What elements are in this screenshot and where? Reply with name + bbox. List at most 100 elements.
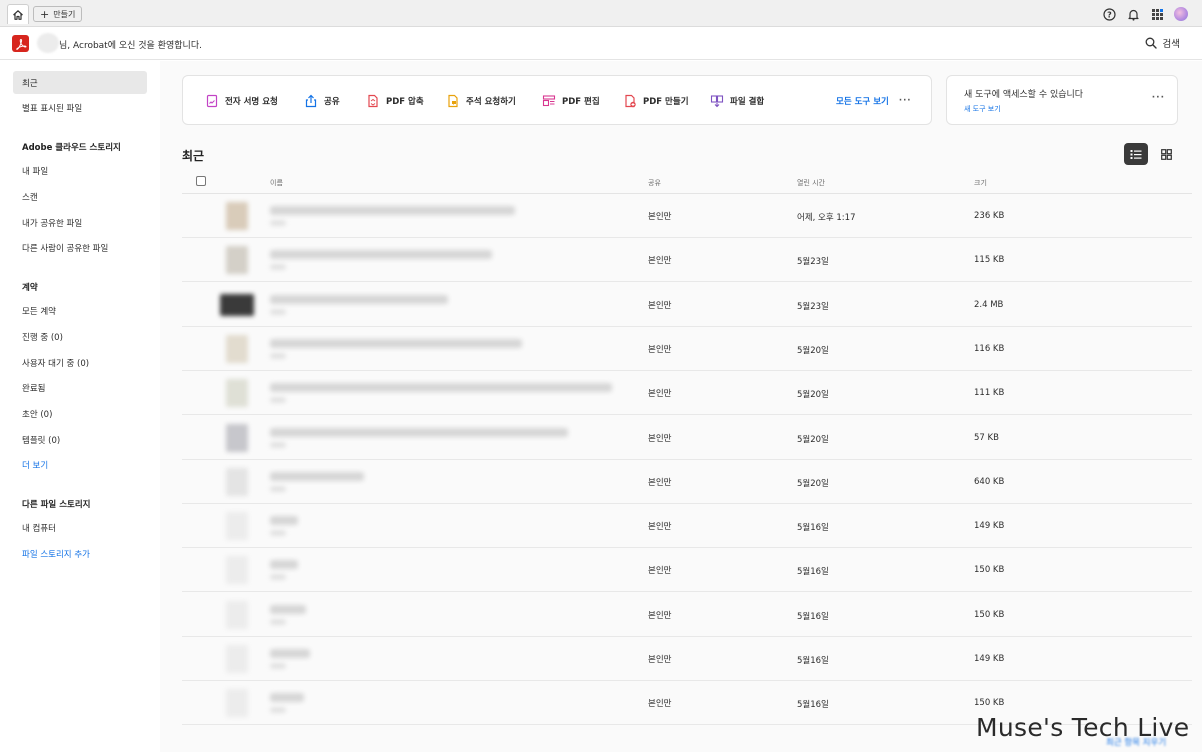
file-row[interactable]: 본인만 5월20일 57 KB — [182, 416, 1192, 460]
agreements-heading: 계약 — [22, 283, 38, 293]
tool-request-comments[interactable]: 주석 요청하기 — [446, 93, 516, 109]
sidebar-item-all-agreements[interactable]: 모든 계약 — [13, 299, 147, 322]
compress-pdf-icon — [368, 94, 378, 108]
file-thumbnail[interactable] — [226, 423, 248, 452]
tool-label: 전자 서명 요청 — [225, 97, 278, 107]
file-name-redacted[interactable] — [270, 649, 310, 658]
file-share-status: 본인만 — [648, 212, 672, 222]
sidebar-item-drafts[interactable]: 초안 (0) — [13, 402, 147, 425]
file-row[interactable]: 본인만 어제, 오후 1:17 236 KB — [182, 194, 1192, 238]
file-type-redacted — [270, 264, 286, 271]
file-size: 150 KB — [974, 698, 1005, 709]
file-name-redacted[interactable] — [270, 560, 298, 570]
file-name-redacted[interactable] — [270, 250, 492, 260]
file-name-redacted[interactable] — [270, 604, 306, 614]
file-type-redacted — [270, 485, 286, 492]
file-row[interactable]: 본인만 5월23일 2.4 MB — [182, 283, 1192, 327]
file-type-redacted — [270, 220, 286, 226]
file-name-redacted[interactable] — [270, 338, 522, 348]
sidebar-item-templates[interactable]: 템플릿 (0) — [13, 428, 147, 451]
sidebar-more-link[interactable]: 더 보기 — [13, 453, 147, 476]
create-tab-button[interactable]: + 만들기 — [33, 6, 83, 22]
more-options-icon[interactable]: ··· — [1152, 93, 1165, 103]
welcome-message: 님, Acrobat에 오신 것을 환영합니다. — [59, 41, 202, 51]
file-row[interactable]: 본인만 5월16일 150 KB — [182, 593, 1192, 637]
file-table-header: 이름 공유 열린 시간 크기 — [182, 168, 1192, 194]
file-thumbnail[interactable] — [226, 246, 248, 275]
grid-view-button[interactable] — [1157, 143, 1175, 165]
new-tools-link[interactable]: 새 도구 보기 — [964, 104, 1001, 114]
create-pdf-icon — [625, 94, 636, 108]
tool-request-esign[interactable]: 전자 서명 요청 — [205, 93, 278, 109]
more-options-icon[interactable]: ··· — [899, 96, 912, 106]
tool-compress-pdf[interactable]: PDF 압축 — [366, 93, 424, 109]
acrobat-logo[interactable] — [12, 35, 29, 52]
sidebar-item-my-computer[interactable]: 내 컴퓨터 — [13, 516, 147, 539]
file-row[interactable]: 본인만 5월16일 149 KB — [182, 637, 1192, 681]
sidebar-add-storage-link[interactable]: 파일 스토리지 추가 — [13, 542, 147, 565]
tool-label: PDF 편집 — [562, 97, 600, 107]
file-thumbnail[interactable] — [226, 379, 248, 408]
sidebar-item-waiting[interactable]: 사용자 대기 중 (0) — [13, 351, 147, 374]
file-thumbnail[interactable] — [226, 467, 248, 496]
edit-pdf-icon — [542, 95, 556, 107]
apps-grid-icon[interactable] — [1150, 7, 1164, 21]
file-thumbnail[interactable] — [226, 600, 248, 629]
sidebar-item-shared-with-me[interactable]: 다른 사람이 공유한 파일 — [13, 236, 147, 259]
app-header: 님, Acrobat에 오신 것을 환영합니다. 검색 — [0, 27, 1202, 60]
file-thumbnail[interactable] — [226, 645, 248, 673]
file-thumbnail[interactable] — [226, 556, 248, 585]
file-thumbnail[interactable] — [226, 512, 248, 541]
sidebar-item-completed[interactable]: 완료됨 — [13, 376, 147, 399]
svg-text:?: ? — [1107, 10, 1112, 19]
select-all-checkbox[interactable] — [196, 176, 206, 186]
file-name-redacted[interactable] — [270, 294, 448, 304]
bell-icon[interactable] — [1126, 7, 1140, 21]
sidebar-item-starred[interactable]: 별표 표시된 파일 — [13, 96, 147, 119]
file-row[interactable]: 본인만 5월20일 111 KB — [182, 371, 1192, 416]
file-thumbnail[interactable] — [220, 293, 254, 316]
list-view-icon — [1130, 149, 1142, 159]
file-row[interactable]: 본인만 5월20일 116 KB — [182, 327, 1192, 371]
file-row[interactable]: 본인만 5월23일 115 KB — [182, 238, 1192, 283]
sidebar-item-in-progress[interactable]: 진행 중 (0) — [13, 325, 147, 348]
file-size: 115 KB — [974, 255, 1005, 266]
file-name-redacted[interactable] — [270, 516, 298, 526]
sidebar-item-my-files[interactable]: 내 파일 — [13, 159, 147, 182]
tool-combine-files[interactable]: 파일 결합 — [710, 93, 764, 109]
file-thumbnail[interactable] — [226, 689, 248, 718]
tool-label: PDF 압축 — [386, 97, 424, 107]
column-opened[interactable]: 열린 시간 — [797, 178, 825, 188]
file-share-status: 본인만 — [648, 300, 672, 311]
file-name-redacted[interactable] — [270, 471, 364, 481]
file-name-redacted[interactable] — [270, 693, 304, 703]
file-row[interactable]: 본인만 5월16일 150 KB — [182, 548, 1192, 593]
file-row[interactable]: 본인만 5월20일 640 KB — [182, 460, 1192, 504]
help-icon[interactable]: ? — [1102, 7, 1116, 21]
list-view-button[interactable] — [1124, 143, 1148, 165]
column-share[interactable]: 공유 — [648, 178, 661, 188]
file-thumbnail[interactable] — [226, 202, 248, 230]
all-tools-link[interactable]: 모든 도구 보기 ··· — [836, 93, 912, 109]
file-share-status: 본인만 — [648, 566, 672, 577]
sidebar-item-scans[interactable]: 스캔 — [13, 185, 147, 208]
file-name-redacted[interactable] — [270, 383, 612, 393]
file-name-redacted[interactable] — [270, 206, 515, 215]
file-share-status: 본인만 — [648, 256, 672, 267]
tool-edit-pdf[interactable]: PDF 편집 — [542, 93, 600, 109]
sidebar-item-recent[interactable]: 최근 — [13, 71, 147, 94]
home-tab[interactable] — [7, 4, 29, 24]
file-name-redacted[interactable] — [270, 427, 568, 437]
file-share-status: 본인만 — [648, 344, 672, 355]
column-name[interactable]: 이름 — [270, 178, 283, 188]
tool-label: 공유 — [324, 97, 340, 107]
file-thumbnail[interactable] — [226, 334, 248, 363]
search-button[interactable]: 검색 — [1145, 36, 1180, 50]
tool-share[interactable]: 공유 — [304, 93, 340, 109]
all-tools-label: 모든 도구 보기 — [836, 97, 889, 107]
tool-create-pdf[interactable]: PDF 만들기 — [623, 93, 689, 109]
file-row[interactable]: 본인만 5월16일 149 KB — [182, 504, 1192, 549]
sidebar-item-shared-by-me[interactable]: 내가 공유한 파일 — [13, 211, 147, 234]
user-avatar[interactable] — [1174, 7, 1188, 21]
column-size[interactable]: 크기 — [974, 178, 987, 188]
